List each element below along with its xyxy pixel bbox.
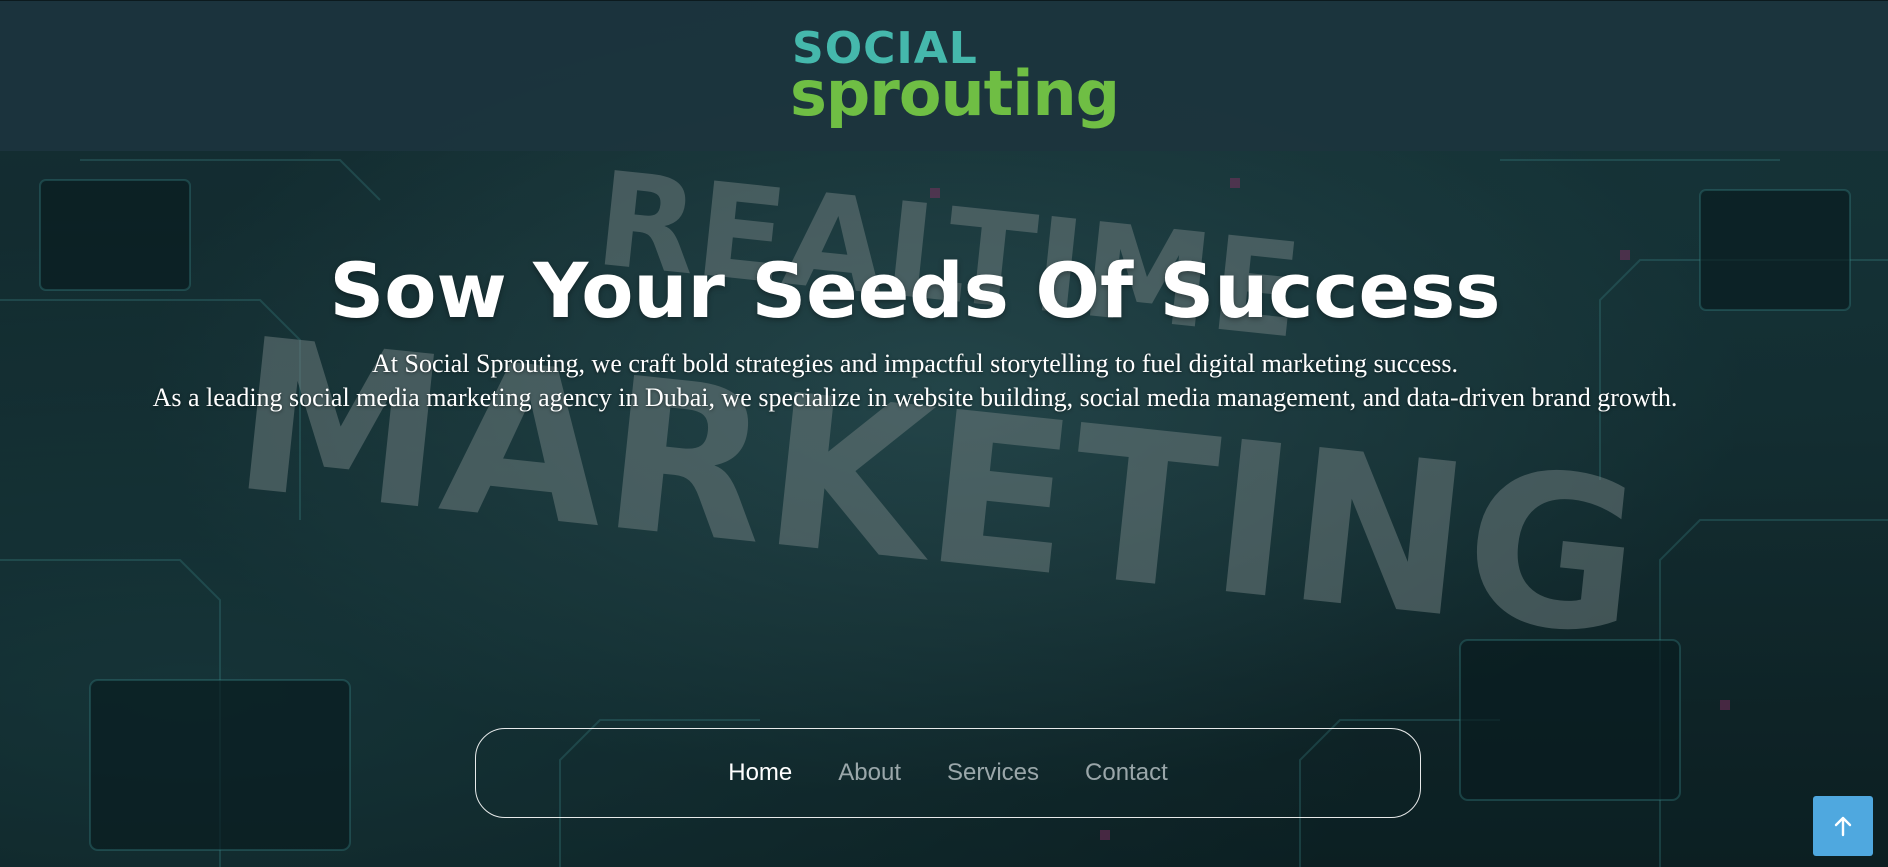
hero-subtext-line-1: At Social Sprouting, we craft bold strat…: [372, 349, 1458, 378]
bottom-nav-bar: Home About Services Contact: [475, 728, 1421, 818]
nav-link-services[interactable]: Services: [947, 759, 1039, 787]
site-header: SOCIAL sprouting: [0, 0, 1888, 151]
hero-headline: Sow Your Seeds Of Success: [329, 246, 1501, 335]
logo-line-sprouting: sprouting: [790, 57, 1120, 130]
nav-link-contact[interactable]: Contact: [1085, 759, 1168, 787]
hero-subtext-line-2: As a leading social media marketing agen…: [152, 383, 1678, 412]
arrow-up-icon: [1834, 816, 1852, 837]
social-sprouting-logo[interactable]: SOCIAL sprouting: [790, 27, 1120, 131]
nav-link-about[interactable]: About: [838, 759, 901, 787]
page: REALTIME MARKETING SOCIAL sprouting Sow …: [0, 0, 1888, 867]
nav-link-home[interactable]: Home: [728, 759, 792, 787]
back-to-top-button[interactable]: [1813, 796, 1873, 856]
